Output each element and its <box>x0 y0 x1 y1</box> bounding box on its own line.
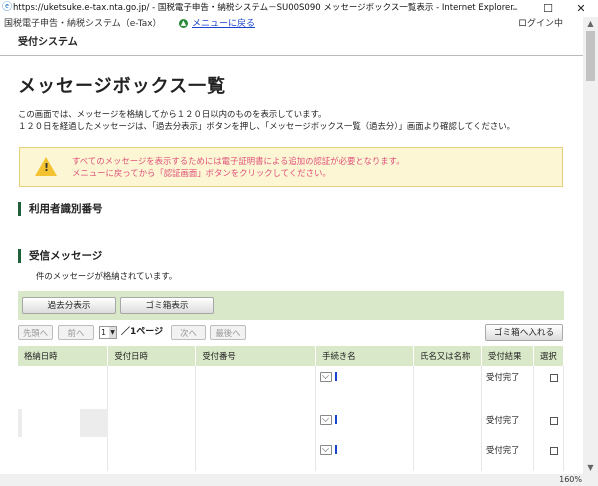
warning-exclamation-icon: ! <box>44 161 50 174</box>
col-stored-at[interactable]: 格納日時 <box>18 346 109 366</box>
system-name: 国税電子申告・納税システム（e-Tax） <box>4 19 162 29</box>
page-count-label: ／1ページ <box>121 327 164 337</box>
select-checkbox[interactable] <box>549 447 558 455</box>
col-result[interactable]: 受付結果 <box>481 346 534 366</box>
col-select: 選択 <box>533 346 565 366</box>
select-checkbox[interactable] <box>549 417 558 425</box>
window-titlebar: ⓔ https://uketsuke.e-tax.nta.go.jp/ - 国税… <box>0 0 598 17</box>
col-receipt-number[interactable]: 受付番号 <box>195 346 317 366</box>
first-page-button[interactable]: 先頭へ <box>18 325 53 340</box>
system-label: 受付システム <box>18 37 78 48</box>
warning-line-1: すべてのメッセージを表示するためには電子証明書による追加の認証が必要となります。 <box>72 156 405 166</box>
move-to-trash-button[interactable]: ゴミ箱へ入れる <box>485 324 563 341</box>
maximize-button[interactable]: ☐ <box>533 0 563 17</box>
status-bar: 160% <box>0 474 598 486</box>
description-line-2: １２０日を経過したメッセージは、「過去分表示」ボタンを押し、「メッセージボックス… <box>18 121 516 131</box>
procedure-cell[interactable] <box>315 366 415 409</box>
col-procedure-name[interactable]: 手続き名 <box>315 346 415 366</box>
scroll-up-icon[interactable]: ▲ <box>583 19 598 28</box>
prev-page-button[interactable]: 前へ <box>58 325 94 340</box>
trash-view-button[interactable]: ゴミ箱表示 <box>120 297 214 314</box>
page-select-value: 1 <box>101 328 107 337</box>
redacted-block <box>80 409 108 437</box>
col-name[interactable]: 氏名又は名称 <box>413 346 483 366</box>
window-title: https://uketsuke.e-tax.nta.go.jp/ - 国税電子… <box>13 3 514 13</box>
warning-line-2: メニューに戻ってから「認証画面」ボタンをクリックしてください。 <box>72 168 331 178</box>
procedure-link[interactable] <box>335 415 338 424</box>
page-title: メッセージボックス一覧 <box>18 76 227 97</box>
result-cell: 受付完了 <box>481 439 534 471</box>
page-description: この画面では、メッセージを格納してから１２０日以内のものを表示しています。 １２… <box>18 108 515 132</box>
scrollbar-thumb[interactable] <box>586 31 595 81</box>
action-bar: 過去分表示 ゴミ箱表示 <box>18 291 564 320</box>
envelope-icon <box>320 444 333 455</box>
procedure-cell[interactable] <box>315 439 415 471</box>
procedure-link[interactable] <box>335 445 338 454</box>
table-header-row: 格納日時 受付日時 受付番号 手続き名 氏名又は名称 受付結果 選択 <box>18 346 565 366</box>
section-received-messages: 受信メッセージ <box>18 249 102 263</box>
page-select[interactable]: 1 ▼ <box>99 326 117 339</box>
description-line-1: この画面では、メッセージを格納してから１２０日以内のものを表示しています。 <box>18 109 327 119</box>
warning-message: すべてのメッセージを表示するためには電子証明書による追加の認証が必要となります。… <box>72 155 405 179</box>
past-messages-button[interactable]: 過去分表示 <box>22 297 116 314</box>
next-page-button[interactable]: 次へ <box>171 325 206 340</box>
redacted-block <box>18 409 22 437</box>
select-checkbox[interactable] <box>549 374 558 382</box>
vertical-scrollbar[interactable]: ▲ ▼ <box>583 17 598 474</box>
result-cell: 受付完了 <box>481 409 534 439</box>
table-row[interactable]: 受付完了 <box>18 439 565 471</box>
internet-explorer-icon: ⓔ <box>2 2 12 13</box>
zoom-level[interactable]: 160% <box>559 474 582 486</box>
envelope-icon <box>320 414 333 425</box>
top-navbar: 国税電子申告・納税システム（e-Tax） ▲ メニューに戻る ログイン中 <box>0 17 583 31</box>
procedure-link[interactable] <box>335 372 338 381</box>
table-row[interactable]: 受付完了 <box>18 366 565 409</box>
back-to-menu-link[interactable]: メニューに戻る <box>192 17 255 31</box>
chevron-down-icon: ▼ <box>109 327 116 338</box>
login-status: ログイン中 <box>517 19 563 29</box>
message-count: 件のメッセージが格納されています。 <box>36 271 178 281</box>
envelope-icon <box>320 371 333 382</box>
warning-box: ! すべてのメッセージを表示するためには電子証明書による追加の認証が必要となりま… <box>19 147 563 187</box>
close-button[interactable]: ✕ <box>566 0 596 17</box>
back-arrow-icon[interactable]: ▲ <box>179 19 188 28</box>
minimize-button[interactable]: – <box>500 0 530 17</box>
system-header: 受付システム <box>0 31 583 56</box>
col-received-at[interactable]: 受付日時 <box>107 346 197 366</box>
procedure-cell[interactable] <box>315 409 415 439</box>
scroll-down-icon[interactable]: ▼ <box>583 463 598 472</box>
last-page-button[interactable]: 最後へ <box>210 325 246 340</box>
section-user-id: 利用者識別番号 <box>18 202 103 216</box>
result-cell: 受付完了 <box>481 366 534 409</box>
